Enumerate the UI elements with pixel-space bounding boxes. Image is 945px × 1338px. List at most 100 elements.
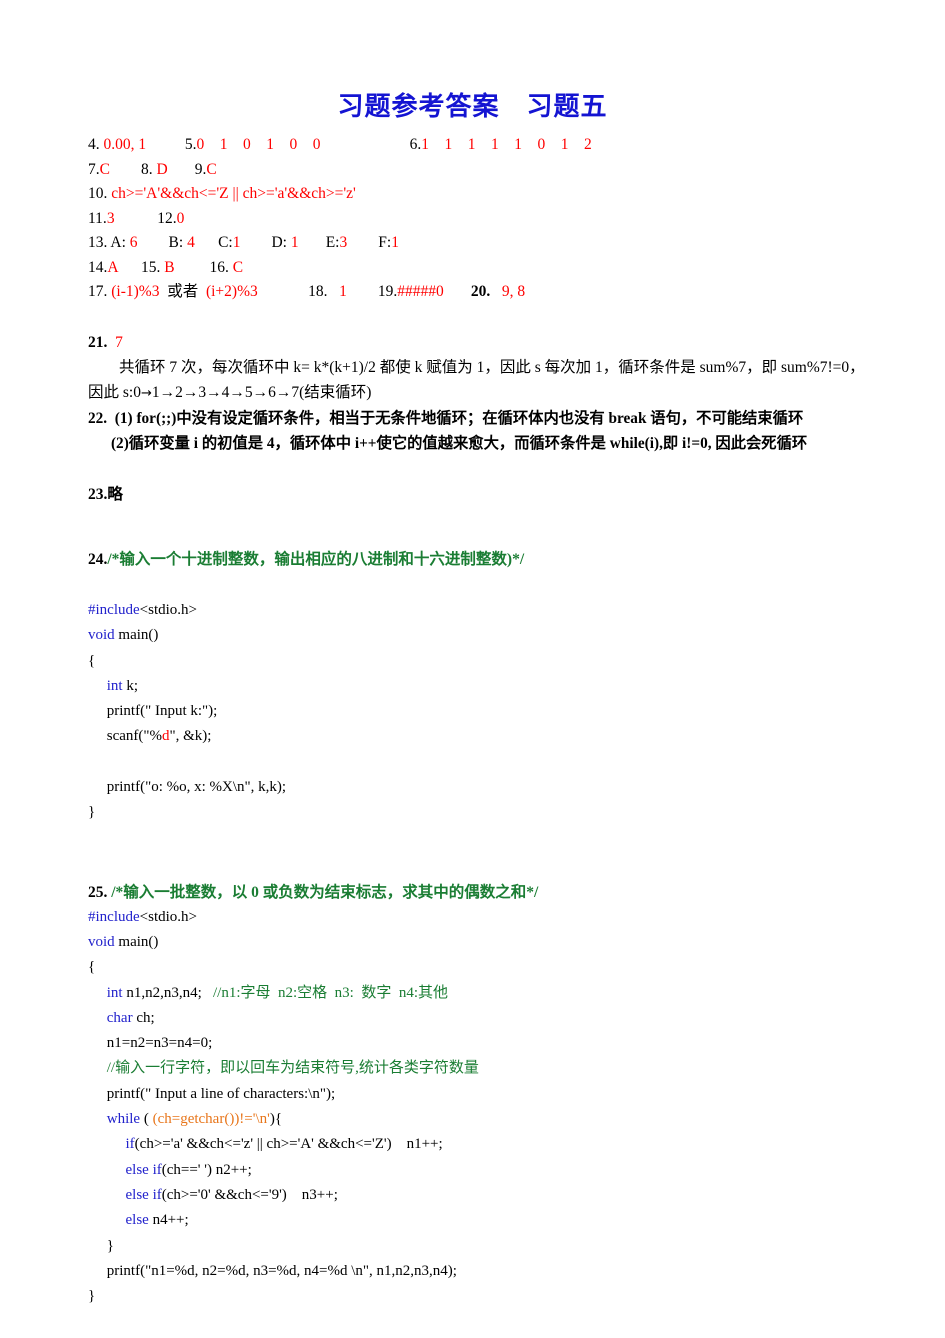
- q5-answer: 0 1 0 1 0 0: [196, 136, 321, 153]
- code-line: int k;: [88, 674, 908, 699]
- spacer-before-q25: [88, 826, 908, 866]
- code-line: else if(ch>='0' &&ch<='9') n3++;: [88, 1183, 908, 1208]
- page-title: 习题参考答案 习题五: [337, 92, 608, 121]
- spacer-q24-code: [88, 572, 908, 598]
- code-token: (ch>='0' &&ch<='9') n3++;: [161, 1186, 338, 1203]
- code-token: (ch>='a' &&ch<='z' || ch>='A' &&ch<='Z')…: [134, 1136, 443, 1153]
- q21-answer: 7: [115, 333, 123, 351]
- code-token: else if: [125, 1161, 162, 1178]
- code-token: <stdio.h>: [139, 908, 197, 925]
- q24-heading: 24./*输入一个十进制整数，输出相应的八进制和十六进制整数)*/: [88, 547, 908, 572]
- code-token: n1=n2=n3=n4=0;: [88, 1035, 213, 1052]
- q20-answer: 9, 8: [501, 283, 526, 300]
- code-token: {: [88, 959, 96, 976]
- code-token: scanf("%: [88, 728, 163, 745]
- code-line: printf(" Input a line of characters:\n")…: [88, 1082, 908, 1107]
- code-line: {: [88, 649, 908, 674]
- code-line: if(ch>='a' &&ch<='z' || ch>='A' &&ch<='Z…: [88, 1132, 908, 1157]
- q18-answer: 1: [339, 283, 347, 300]
- code-token: ", &k);: [169, 728, 212, 745]
- code-token: }: [88, 1237, 114, 1254]
- answer-line-14-15-16: 14.A 15. B 16. C: [88, 256, 908, 281]
- code-line: else if(ch==' ') n2++;: [88, 1158, 908, 1183]
- q24-comment: /*输入一个十进制整数，输出相应的八进制和十六进制整数)*/: [107, 551, 525, 568]
- q22-number: 22.: [88, 410, 108, 427]
- spacer-after-short-answers: [88, 305, 908, 331]
- code-line: while ( (ch=getchar())!='\n'){: [88, 1107, 908, 1132]
- q13-item-d-value: 1: [290, 234, 299, 251]
- code-token: <stdio.h>: [139, 602, 197, 618]
- q22-text-2: (2)循环变量 i 的初值是 4，循环体中 i++使它的值越来愈大，而循环条件是…: [110, 435, 808, 452]
- code-line: void main(): [88, 930, 908, 955]
- code-line: }: [88, 800, 908, 825]
- q18-number: 18.: [308, 283, 332, 300]
- spacer-before-q23: [88, 456, 908, 482]
- q20-number: 20.: [470, 283, 491, 300]
- code-token: else: [125, 1212, 153, 1229]
- q21-explanation-line-1: 共循环 7 次，每次循环中 k= k*(k+1)/2 都使 k 赋值为 1，因此…: [119, 359, 865, 376]
- spacer-before-q25-b: [88, 866, 908, 880]
- q17-answer-b: (i+2)%3: [205, 283, 258, 300]
- q13-item-a-label: A:: [110, 234, 130, 251]
- q8-answer: D: [156, 160, 168, 178]
- code-line: printf(" Input k:");: [88, 699, 908, 724]
- q8-number: 8.: [140, 160, 157, 178]
- q21-explanation-line-2: 因此 s:0→1→2→3→4→5→6→7(结束循环): [88, 384, 372, 401]
- q14-number: 14.: [88, 258, 108, 276]
- code-token: while: [106, 1111, 144, 1128]
- q4-number: 4.: [88, 136, 104, 153]
- q16-answer: C: [232, 258, 244, 276]
- code-token: main(): [118, 627, 159, 644]
- code-line: void main(): [88, 623, 908, 648]
- code-token: else if: [125, 1186, 162, 1203]
- q21-number: 21.: [88, 333, 108, 351]
- code-line: #include<stdio.h>: [88, 598, 908, 623]
- q13-number: 13.: [88, 234, 111, 251]
- q15-answer: B: [164, 258, 175, 276]
- code-line: printf("n1=%d, n2=%d, n3=%d, n4=%d \n", …: [88, 1259, 908, 1284]
- code-token: main(): [118, 933, 159, 950]
- q25-number: 25.: [88, 883, 108, 901]
- code-token: n4++;: [152, 1212, 189, 1229]
- spacer-before-q24: [88, 507, 908, 547]
- q21-chain: 1→2→3→4→5→6→7(结束循环): [151, 384, 372, 401]
- q13-item-b-value: 4: [187, 234, 195, 251]
- q24-number: 24.: [88, 551, 108, 568]
- code-token: if: [125, 1136, 135, 1153]
- code-token: char: [106, 1009, 137, 1026]
- q13-item-c-label: C:: [218, 234, 233, 251]
- code-line: n1=n2=n3=n4=0;: [88, 1031, 908, 1056]
- code-token: ){: [269, 1111, 283, 1128]
- code-line: #include<stdio.h>: [88, 905, 908, 930]
- q19-number: 19.: [377, 283, 398, 300]
- code-token: (ch=getchar())!='\n': [152, 1111, 270, 1128]
- q24-code-block: #include<stdio.h> void main(){ int k; pri…: [88, 598, 908, 826]
- code-line: [88, 750, 908, 775]
- q12-answer: 0: [176, 209, 185, 227]
- code-line: scanf("%d", &k);: [88, 724, 908, 749]
- code-line: char ch;: [88, 1006, 908, 1031]
- code-token: printf(" Input k:");: [88, 703, 218, 720]
- q6-answer: 1 1 1 1 1 0 1 2: [421, 136, 592, 153]
- code-line: //输入一行字符，即以回车为结束符号,统计各类字符数量: [88, 1056, 908, 1081]
- q22-item-1: 22. (1) for(;;)中没有设定循环条件，相当于无条件地循环；在循环体内…: [88, 406, 908, 431]
- q9-answer: C: [206, 160, 217, 178]
- code-token: int: [106, 677, 127, 694]
- q14-answer: A: [107, 258, 118, 276]
- q6-number: 6.: [409, 136, 422, 153]
- q13-item-f-value: 1: [391, 234, 399, 251]
- q22-text-1: (1) for(;;)中没有设定循环条件，相当于无条件地循环；在循环体内也没有 …: [114, 410, 804, 427]
- code-token: (ch==' ') n2++;: [161, 1161, 252, 1178]
- answer-line-11-12: 11.3 12.0: [88, 207, 908, 232]
- q11-answer: 3: [106, 209, 115, 227]
- q17-alt-label: 或者: [167, 283, 199, 300]
- code-token: void: [88, 933, 119, 950]
- code-token: #include: [88, 602, 140, 618]
- code-token: int: [106, 984, 127, 1001]
- q22-item-2: (2)循环变量 i 的初值是 4，循环体中 i++使它的值越来愈大，而循环条件是…: [88, 431, 908, 456]
